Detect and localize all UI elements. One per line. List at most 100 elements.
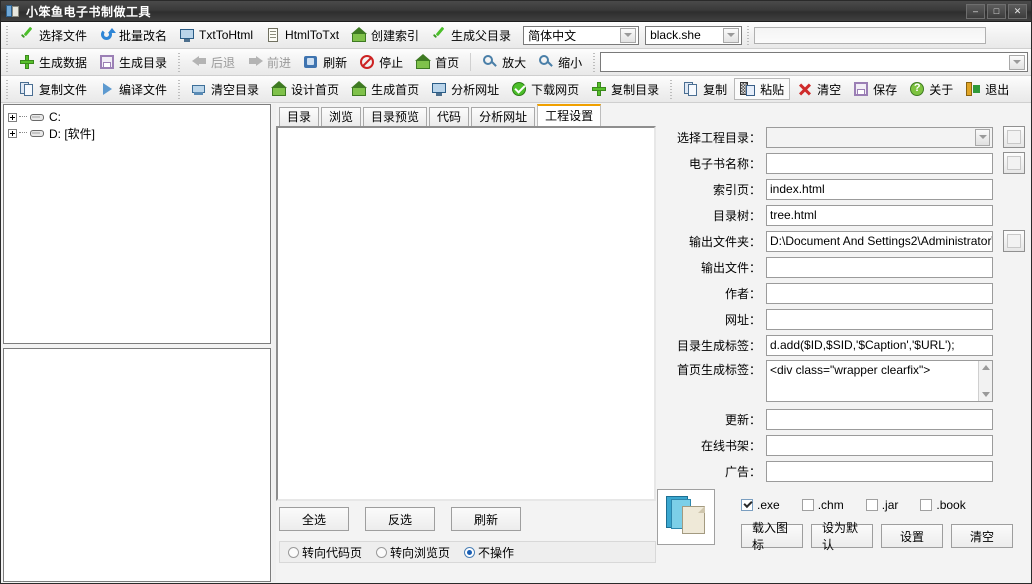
ebook-name-input[interactable]	[766, 153, 993, 174]
toolbar-button-generate-homepage[interactable]: 生成首页	[346, 78, 424, 100]
file-listbox[interactable]	[276, 126, 656, 501]
toolbar-label: 刷新	[323, 54, 347, 71]
path-field[interactable]	[754, 27, 986, 44]
toolbar-button-clear[interactable]: 清空	[792, 78, 846, 100]
tree-node[interactable]: C:	[8, 109, 270, 125]
tab-catalog[interactable]: 目录	[279, 107, 319, 126]
toolbar-button-analyze-url[interactable]: 分析网址	[426, 78, 504, 100]
toolbar-button-compile-file[interactable]: 编译文件	[94, 78, 172, 100]
minimize-button[interactable]: –	[966, 4, 985, 19]
toolbar-button-homepage[interactable]: 首页	[410, 51, 464, 73]
refresh-list-button[interactable]: 刷新	[451, 507, 521, 531]
checkbox-chm[interactable]: .chm	[802, 498, 844, 512]
select-all-button[interactable]: 全选	[279, 507, 349, 531]
toolbar-button-design-homepage[interactable]: 设计首页	[266, 78, 344, 100]
radio-goto-code-page[interactable]: 转向代码页	[288, 544, 362, 561]
tab-bar: 目录 浏览 目录预览 代码 分析网址 工程设置	[276, 104, 666, 126]
theme-combo[interactable]: black.she	[645, 26, 742, 45]
scroll-down-icon[interactable]	[979, 388, 992, 401]
chevron-down-icon[interactable]	[620, 28, 636, 43]
toolbar-button-forward[interactable]: 前进	[242, 51, 296, 73]
toolbar-grip-2[interactable]	[176, 79, 183, 99]
browse-output-folder-button[interactable]	[1003, 230, 1025, 252]
tree-page-input[interactable]: tree.html	[766, 205, 993, 226]
toolbar-button-exit[interactable]: 退出	[960, 78, 1014, 100]
file-list-panel[interactable]	[3, 348, 271, 582]
radio-goto-browse-page[interactable]: 转向浏览页	[376, 544, 450, 561]
toolbar-button-copy[interactable]: 复制	[678, 78, 732, 100]
browse-ebook-name-button[interactable]	[1003, 152, 1025, 174]
tab-project-settings[interactable]: 工程设置	[537, 104, 601, 126]
toolbar-button-generate-data[interactable]: 生成数据	[14, 51, 92, 73]
toolbar-grip-2[interactable]	[176, 52, 183, 72]
toolbar-button-back[interactable]: 后退	[186, 51, 240, 73]
toolbar-button-html-to-txt[interactable]: HtmlToTxt	[260, 24, 344, 46]
toolbar-button-copy-catalog[interactable]: 复制目录	[586, 78, 664, 100]
toolbar-grip-2[interactable]	[745, 25, 752, 45]
chevron-down-icon[interactable]	[723, 28, 739, 43]
close-button[interactable]: ✕	[1008, 4, 1027, 19]
toolbar-button-zoom-out[interactable]: 缩小	[533, 51, 587, 73]
toolbar-grip[interactable]	[4, 25, 11, 45]
language-combo[interactable]: 简体中文	[523, 26, 639, 45]
chevron-down-icon[interactable]	[1009, 55, 1025, 70]
checkbox-jar[interactable]: .jar	[866, 498, 899, 512]
toolbar-button-txt-to-html[interactable]: TxtToHtml	[174, 24, 258, 46]
load-icon-button[interactable]: 载入图标	[741, 524, 803, 548]
homepage-tag-textarea[interactable]: <div class="wrapper clearfix">	[766, 360, 993, 402]
toolbar-button-generate-catalog[interactable]: 生成目录	[94, 51, 172, 73]
set-default-button[interactable]: 设为默认	[811, 524, 873, 548]
toolbar-button-stop[interactable]: 停止	[354, 51, 408, 73]
tree-node[interactable]: D: [软件]	[8, 125, 270, 141]
toolbar-button-paste[interactable]: 粘贴	[734, 78, 790, 100]
toolbar-button-download-page[interactable]: 下载网页	[506, 78, 584, 100]
toolbar-grip[interactable]	[4, 52, 11, 72]
expand-plus-icon[interactable]	[8, 113, 17, 122]
toolbar-button-copy-file[interactable]: 复制文件	[14, 78, 92, 100]
settings-button[interactable]: 设置	[881, 524, 943, 548]
index-page-input[interactable]: index.html	[766, 179, 993, 200]
address-combo[interactable]	[600, 52, 1028, 72]
update-input[interactable]	[766, 409, 993, 430]
output-file-input[interactable]	[766, 257, 993, 278]
checkbox-exe[interactable]: .exe	[741, 498, 780, 512]
erase-icon	[191, 81, 207, 97]
url-input[interactable]	[766, 309, 993, 330]
toolbar-button-about[interactable]: 关于	[904, 78, 958, 100]
invert-selection-button[interactable]: 反选	[365, 507, 435, 531]
toolbar-label: 前进	[267, 54, 291, 71]
toolbar-button-generate-parent-dir[interactable]: 生成父目录	[426, 24, 516, 46]
toolbar-button-save[interactable]: 保存	[848, 78, 902, 100]
output-folder-input[interactable]: D:\Document And Settings2\Administrator\…	[766, 231, 993, 252]
icon-preview-box[interactable]	[657, 489, 715, 545]
ad-input[interactable]	[766, 461, 993, 482]
toolbar-label: TxtToHtml	[199, 28, 253, 42]
tab-catalog-preview[interactable]: 目录预览	[363, 107, 427, 126]
clear-button[interactable]: 清空	[951, 524, 1013, 548]
tab-code[interactable]: 代码	[429, 107, 469, 126]
author-input[interactable]	[766, 283, 993, 304]
toolbar-button-batch-rename[interactable]: 批量改名	[94, 24, 172, 46]
toolbar-button-refresh[interactable]: 刷新	[298, 51, 352, 73]
tab-browse[interactable]: 浏览	[321, 107, 361, 126]
textarea-scrollbar[interactable]	[978, 361, 992, 401]
online-shelf-input[interactable]	[766, 435, 993, 456]
toolbar-grip-3[interactable]	[668, 79, 675, 99]
browse-project-dir-button[interactable]	[1003, 126, 1025, 148]
catalog-tag-input[interactable]: d.add($ID,$SID,'$Caption','$URL');	[766, 335, 993, 356]
checkbox-book[interactable]: .book	[920, 498, 965, 512]
toolbar-button-clear-catalog[interactable]: 清空目录	[186, 78, 264, 100]
toolbar-grip-3[interactable]	[591, 52, 598, 72]
toolbar-grip[interactable]	[4, 79, 11, 99]
project-dir-combo[interactable]	[766, 127, 993, 148]
toolbar-button-select-file[interactable]: 选择文件	[14, 24, 92, 46]
toolbar-button-zoom-in[interactable]: 放大	[477, 51, 531, 73]
expand-plus-icon[interactable]	[8, 129, 17, 138]
drive-tree-panel[interactable]: C: D: [软件]	[3, 104, 271, 344]
scroll-up-icon[interactable]	[979, 361, 992, 374]
maximize-button[interactable]: □	[987, 4, 1006, 19]
radio-no-action[interactable]: 不操作	[464, 544, 514, 561]
tab-analyze-url[interactable]: 分析网址	[471, 107, 535, 126]
toolbar-button-create-index[interactable]: 创建索引	[346, 24, 424, 46]
chevron-down-icon[interactable]	[975, 129, 990, 146]
